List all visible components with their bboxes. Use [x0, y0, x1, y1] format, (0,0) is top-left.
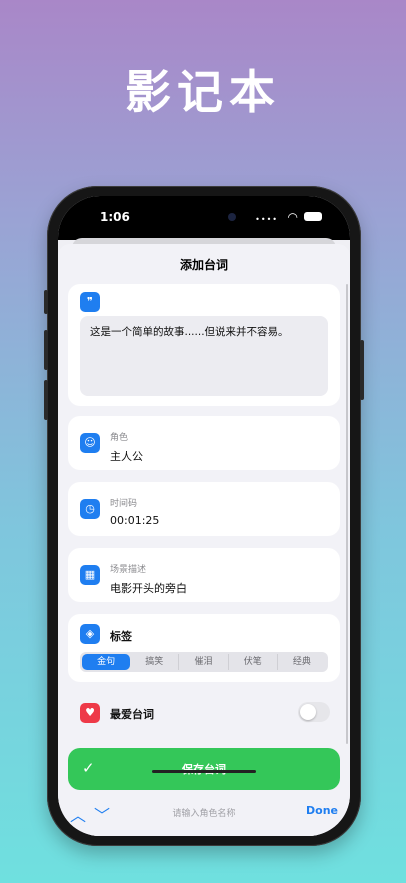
status-time: 1:06	[100, 210, 130, 224]
favorite-toggle[interactable]	[298, 702, 330, 722]
signal-icon: ••••	[255, 215, 278, 224]
phone-side-button	[44, 290, 48, 314]
clock-icon: ◷	[80, 499, 100, 519]
quote-icon: ❞	[80, 292, 100, 312]
home-indicator	[152, 770, 256, 773]
status-bar: 1:06 •••• ◠	[58, 206, 350, 228]
film-icon: ▦	[80, 565, 100, 585]
tags-label: 标签	[110, 630, 132, 643]
phone-volume-down	[44, 380, 48, 420]
tag-option-1[interactable]: 搞笑	[130, 654, 180, 670]
phone-volume-up	[44, 330, 48, 370]
character-card: ☺ 角色 主人公	[68, 416, 340, 470]
sheet-title: 添加台词	[179, 258, 228, 272]
timecode-input[interactable]: 00:01:25	[110, 514, 159, 527]
timecode-card: ◷ 时间码 00:01:25	[68, 482, 340, 536]
heart-icon: ♥	[80, 703, 100, 723]
tag-option-4[interactable]: 经典	[278, 654, 326, 670]
scene-input[interactable]: 电影开头的旁白	[110, 580, 187, 596]
camera-icon	[228, 213, 236, 221]
phone-screen: 1:06 •••• ◠ 添加台词 ❞ 这是一个简单的故事......但说来并不容…	[58, 196, 350, 836]
save-button-label: 保存台词	[68, 761, 340, 777]
timecode-label: 时间码	[110, 499, 138, 509]
tags-segmented-control: 金句 搞笑 催泪 伏笔 经典	[80, 652, 328, 672]
battery-icon	[304, 212, 322, 221]
save-line-button[interactable]: ✓ 保存台词	[68, 748, 340, 790]
phone-power-button	[360, 340, 364, 400]
wifi-icon: ◠	[287, 210, 298, 224]
person-icon: ☺	[80, 433, 100, 453]
favorite-row: ♥ 最爱台词	[68, 694, 340, 732]
scene-card: ▦ 场景描述 电影开头的旁白	[68, 548, 340, 602]
hero-title: 影记本	[125, 65, 281, 119]
scene-label: 场景描述	[110, 565, 147, 575]
tag-option-2[interactable]: 催泪	[179, 654, 229, 670]
tag-option-3[interactable]: 伏笔	[229, 654, 278, 670]
scrollbar[interactable]	[346, 284, 348, 744]
add-line-sheet: 添加台词 ❞ 这是一个简单的故事......但说来并不容易。 ☺ 角色 主人公 …	[58, 244, 350, 836]
favorite-label: 最爱台词	[110, 708, 154, 721]
line-text-input[interactable]: 这是一个简单的故事......但说来并不容易。	[80, 316, 328, 396]
tag-option-0[interactable]: 金句	[82, 654, 131, 670]
keyboard-accessory-bar: ︿ ﹀ 请输入角色名称 Done	[58, 800, 350, 836]
tags-card: ◈ 标签 金句 搞笑 催泪 伏笔 经典	[68, 614, 340, 682]
tag-icon: ◈	[80, 624, 100, 644]
done-button[interactable]: Done	[306, 804, 338, 817]
character-input[interactable]: 主人公	[110, 448, 143, 464]
line-text-card: ❞ 这是一个简单的故事......但说来并不容易。	[68, 284, 340, 406]
character-label: 角色	[110, 433, 129, 443]
